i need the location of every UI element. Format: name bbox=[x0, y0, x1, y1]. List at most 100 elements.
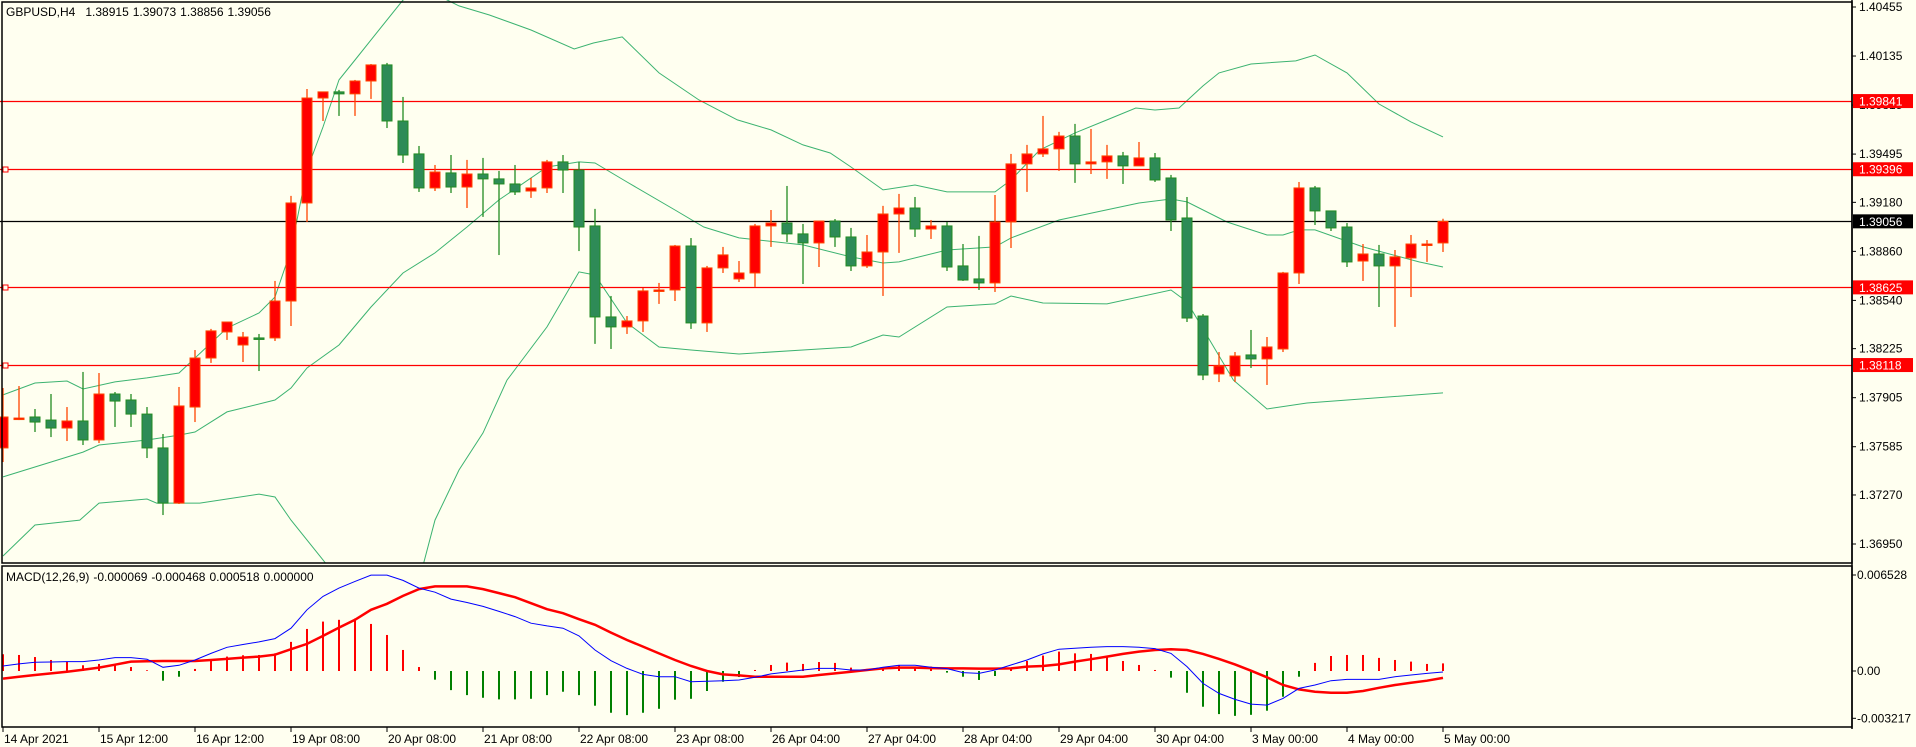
candle-body bbox=[909, 207, 921, 230]
candle-body bbox=[1149, 157, 1161, 181]
candle-body bbox=[493, 178, 505, 185]
level-price-label: 1.38625 bbox=[1859, 281, 1903, 295]
time-tick-label: 5 May 00:00 bbox=[1444, 732, 1510, 746]
candle-body bbox=[733, 272, 745, 280]
candle-body bbox=[1357, 253, 1369, 262]
candle-body bbox=[669, 245, 681, 291]
ohlc-open: 1.38915 bbox=[85, 5, 129, 19]
candle-body bbox=[1389, 256, 1401, 267]
time-tick-label: 23 Apr 08:00 bbox=[676, 732, 744, 746]
candle-body bbox=[1277, 272, 1289, 350]
ohlc-high: 1.39073 bbox=[133, 5, 177, 19]
candle-body bbox=[125, 399, 137, 415]
time-tick-label: 21 Apr 08:00 bbox=[484, 732, 552, 746]
candle-body bbox=[477, 173, 489, 180]
candle-body bbox=[429, 171, 441, 189]
candle-body bbox=[621, 320, 633, 328]
candle-body bbox=[349, 80, 361, 95]
price-tick-label: 1.37270 bbox=[1859, 488, 1903, 502]
candle-bullish bbox=[701, 265, 713, 332]
candle-body bbox=[1405, 243, 1417, 259]
price-tick-label: 1.37585 bbox=[1859, 440, 1903, 454]
time-tick-label: 20 Apr 08:00 bbox=[388, 732, 456, 746]
time-tick-label: 16 Apr 12:00 bbox=[196, 732, 264, 746]
candle-body bbox=[445, 172, 457, 188]
candle-body bbox=[109, 393, 121, 402]
time-tick-label: 14 Apr 2021 bbox=[4, 732, 69, 746]
candle-body bbox=[61, 420, 73, 429]
ohlc-close: 1.39056 bbox=[228, 5, 272, 19]
candle-body bbox=[1165, 177, 1177, 221]
macd-tick-label: 0.00 bbox=[1857, 664, 1881, 678]
candle-body bbox=[877, 213, 889, 253]
candle-body bbox=[221, 321, 233, 333]
candle-body bbox=[1069, 135, 1081, 165]
candle-body bbox=[573, 169, 585, 228]
candle-body bbox=[717, 254, 729, 269]
candle-body bbox=[605, 316, 617, 328]
time-tick-label: 22 Apr 08:00 bbox=[580, 732, 648, 746]
level-price-label: 1.39396 bbox=[1859, 163, 1903, 177]
candle-body bbox=[861, 251, 873, 267]
candle-body bbox=[829, 220, 841, 238]
candle-body bbox=[1341, 226, 1353, 263]
price-tick-label: 1.37905 bbox=[1859, 391, 1903, 405]
candle-body bbox=[1229, 355, 1241, 377]
candle-body bbox=[1053, 135, 1065, 150]
level-anchor-handle[interactable] bbox=[2, 362, 9, 369]
candle-body bbox=[509, 183, 521, 193]
candle-body bbox=[781, 222, 793, 235]
candle-body bbox=[845, 236, 857, 267]
level-price-label: 1.38118 bbox=[1859, 359, 1902, 373]
macd-extra-value: 0.000000 bbox=[264, 570, 314, 584]
candle-body bbox=[1021, 153, 1033, 165]
candle-body bbox=[1101, 155, 1113, 163]
candle-body bbox=[1325, 210, 1337, 229]
candle-body bbox=[1245, 354, 1257, 360]
candle-body bbox=[989, 221, 1001, 284]
time-tick-label: 4 May 00:00 bbox=[1348, 732, 1414, 746]
candle-bearish bbox=[1341, 223, 1353, 267]
macd-title: MACD(12,26,9) -0.000069 -0.000468 0.000518 0… bbox=[6, 570, 314, 584]
candle-body bbox=[13, 417, 25, 421]
trading-chart[interactable]: GBPUSD,H4 1.38915 1.39073 1.38856 1.39056 MA… bbox=[0, 0, 1916, 747]
candle-body bbox=[637, 290, 649, 322]
candle-bullish bbox=[541, 159, 553, 193]
candle-body bbox=[365, 64, 377, 82]
price-tick-label: 1.38225 bbox=[1859, 342, 1903, 356]
candle-body bbox=[797, 233, 809, 244]
candle-body bbox=[1373, 253, 1385, 267]
chart-background bbox=[0, 0, 1916, 747]
candle-body bbox=[1213, 365, 1225, 375]
candle-body bbox=[525, 187, 537, 192]
candle-body bbox=[925, 225, 937, 230]
candle-body bbox=[541, 161, 553, 189]
level-anchor-handle[interactable] bbox=[2, 284, 9, 291]
candle-bullish bbox=[205, 328, 217, 363]
candle-body bbox=[1037, 148, 1049, 155]
price-tick-label: 1.38540 bbox=[1859, 293, 1903, 307]
candle-body bbox=[333, 91, 345, 95]
candle-body bbox=[1197, 315, 1209, 376]
candle-body bbox=[749, 225, 761, 274]
candle-body bbox=[141, 413, 153, 449]
candle-body bbox=[77, 420, 89, 441]
candle-body bbox=[1293, 187, 1305, 274]
price-tick-label: 1.39180 bbox=[1859, 195, 1903, 209]
candle-bearish bbox=[1197, 314, 1209, 381]
price-tick-label: 1.40455 bbox=[1859, 0, 1903, 14]
candle-bullish bbox=[1277, 271, 1289, 353]
candle-body bbox=[317, 91, 329, 99]
current-price-label: 1.39056 bbox=[1859, 215, 1903, 229]
candle-body bbox=[1005, 163, 1017, 223]
time-tick-label: 28 Apr 04:00 bbox=[964, 732, 1032, 746]
candle-bearish bbox=[1325, 210, 1337, 231]
candle-body bbox=[253, 337, 265, 340]
candle-body bbox=[973, 278, 985, 284]
price-tick-label: 1.40135 bbox=[1859, 49, 1903, 63]
candle-bullish bbox=[301, 88, 313, 222]
ohlc-low: 1.38856 bbox=[180, 5, 224, 19]
level-anchor-handle[interactable] bbox=[2, 166, 9, 173]
level-price-label: 1.39841 bbox=[1859, 95, 1903, 109]
candle-body bbox=[157, 447, 169, 504]
